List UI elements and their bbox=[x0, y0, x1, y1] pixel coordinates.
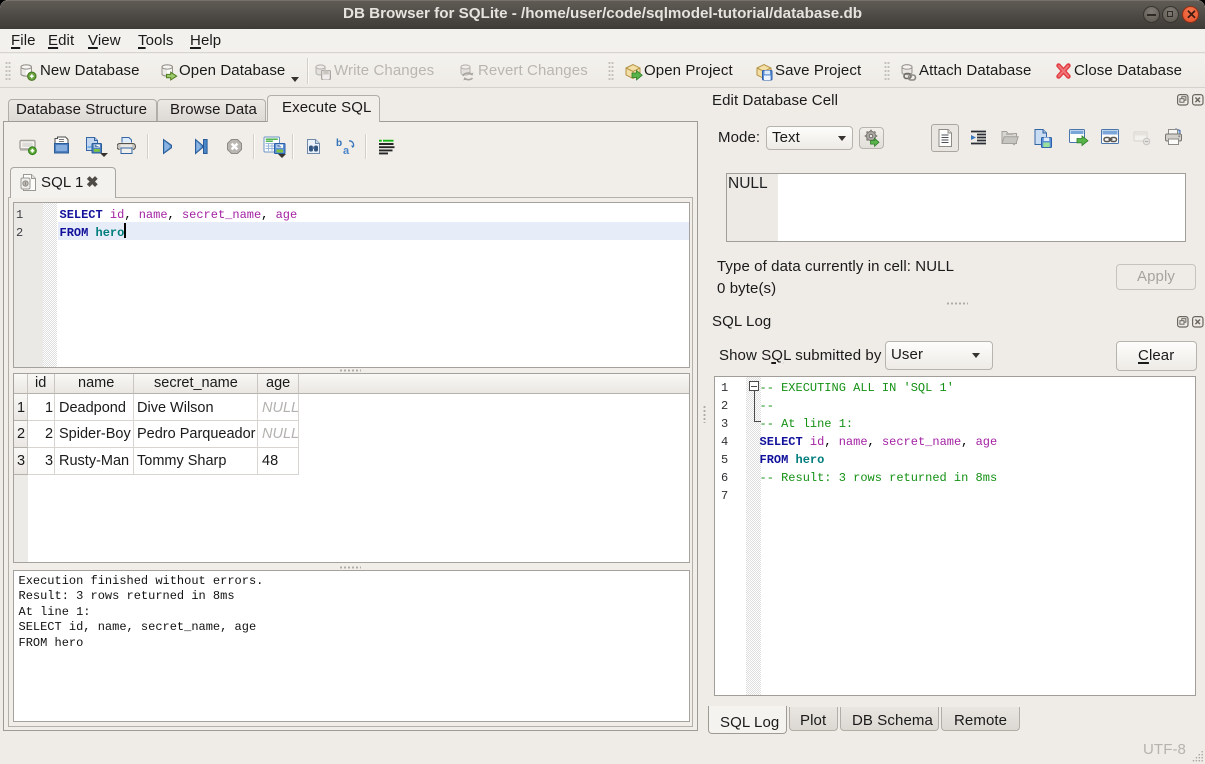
svg-text:a: a bbox=[343, 145, 350, 156]
svg-text:b: b bbox=[336, 138, 342, 149]
